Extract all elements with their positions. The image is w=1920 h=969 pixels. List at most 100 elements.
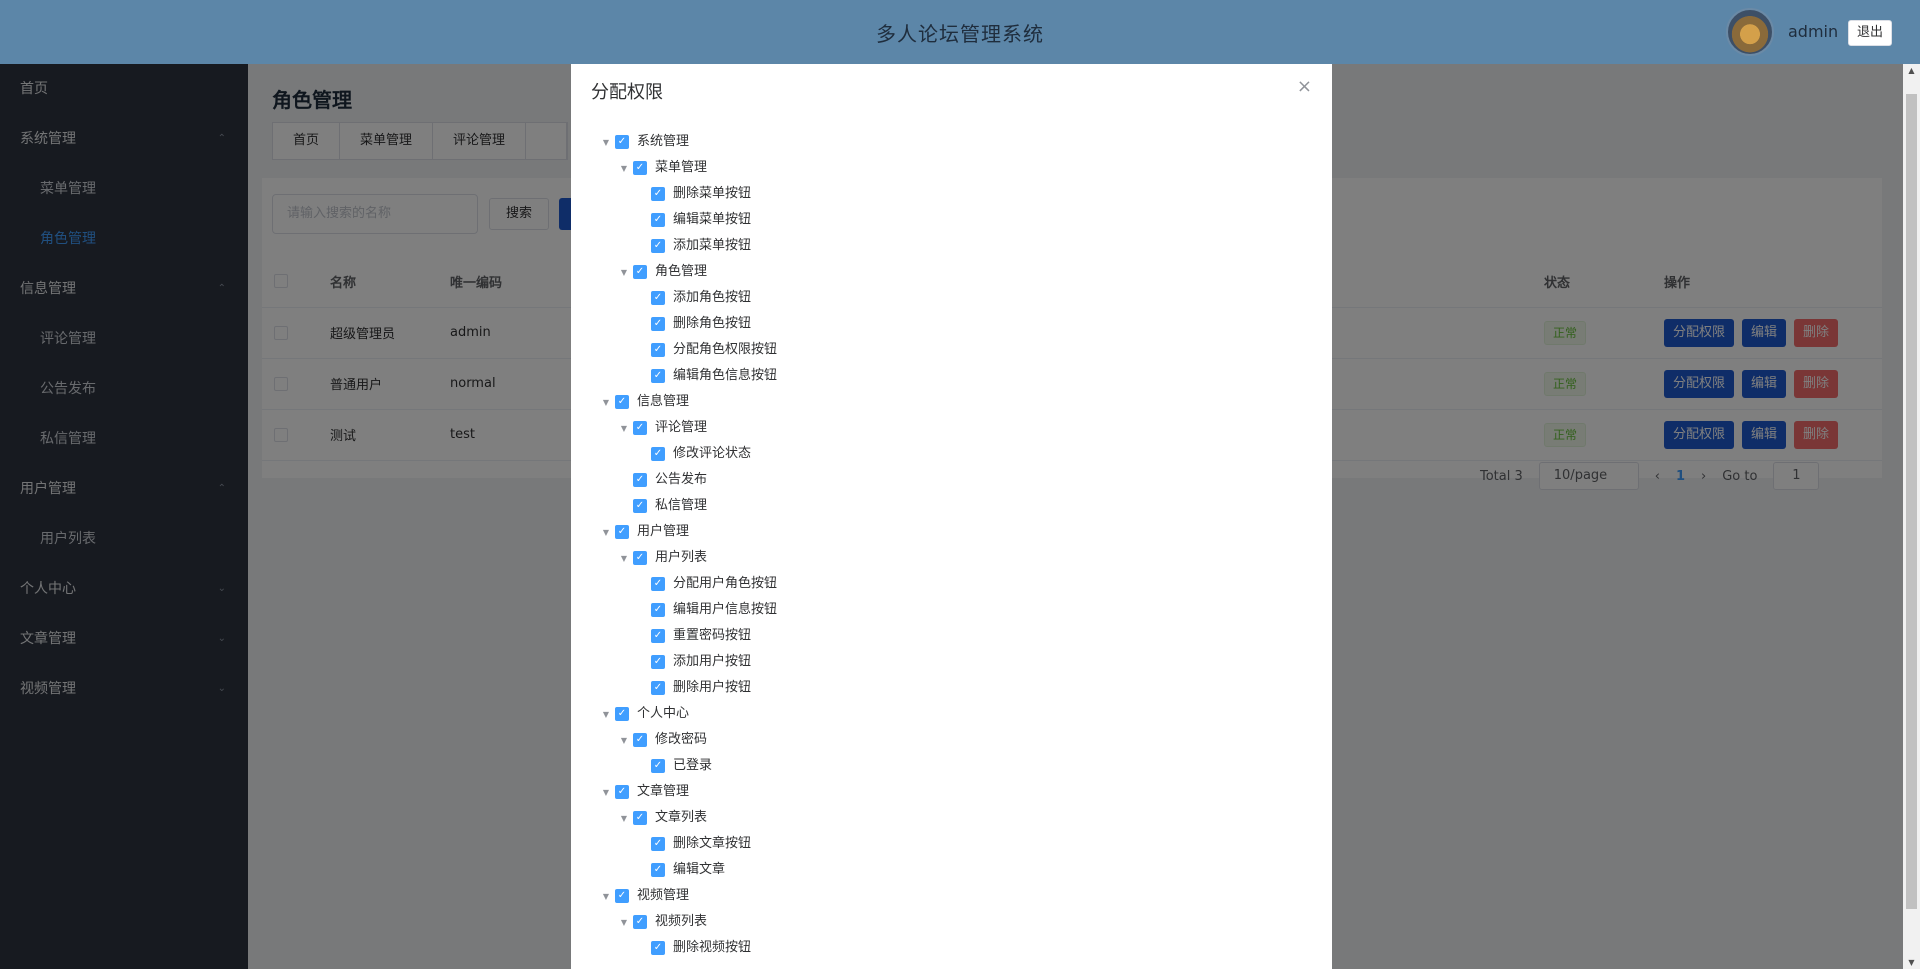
expand-arrow-icon[interactable]: ▼ [597,702,615,728]
tree-node[interactable]: ▼ ✓ 修改密码 [597,727,777,753]
checked-checkbox-icon[interactable]: ✓ [651,940,665,955]
expand-arrow-icon[interactable]: ▼ [615,728,633,754]
tree-node-label: 用户管理 [637,524,690,539]
tree-node-label: 添加菜单按钮 [673,238,752,253]
tree-node-label: 视频列表 [655,914,708,929]
tree-node-label: 编辑菜单按钮 [673,212,752,227]
tree-node[interactable]: ✓ 删除视频按钮 [597,935,777,961]
checked-checkbox-icon[interactable]: ✓ [651,368,665,383]
checked-checkbox-icon[interactable]: ✓ [615,706,629,721]
tree-node-label: 个人中心 [637,706,690,721]
tree-node-label: 删除视频按钮 [673,940,752,955]
dialog-title: 分配权限 [591,82,663,103]
scrollbar-thumb[interactable] [1906,94,1917,909]
tree-node[interactable]: ✓ 添加角色按钮 [597,285,777,311]
tree-node[interactable]: ✓ 添加菜单按钮 [597,233,777,259]
tree-node[interactable]: ▼ ✓ 信息管理 [597,389,777,415]
tree-node-label: 删除角色按钮 [673,316,752,331]
checked-checkbox-icon[interactable]: ✓ [651,680,665,695]
avatar[interactable] [1726,8,1774,56]
tree-node-label: 系统管理 [637,134,690,149]
expand-arrow-icon[interactable]: ▼ [597,780,615,806]
tree-node[interactable]: ▼ ✓ 系统管理 [597,129,777,155]
checked-checkbox-icon[interactable]: ✓ [651,758,665,773]
tree-node[interactable]: ▼ ✓ 视频列表 [597,909,777,935]
tree-node[interactable]: ▼ ✓ 用户列表 [597,545,777,571]
top-header: 多人论坛管理系统 admin 退出 [0,0,1920,64]
tree-node[interactable]: ✓ 私信管理 [597,493,777,519]
checked-checkbox-icon[interactable]: ✓ [651,342,665,357]
checked-checkbox-icon[interactable]: ✓ [633,498,647,513]
checked-checkbox-icon[interactable]: ✓ [651,316,665,331]
checked-checkbox-icon[interactable]: ✓ [633,472,647,487]
expand-arrow-icon[interactable]: ▼ [615,910,633,936]
tree-node-label: 菜单管理 [655,160,708,175]
logout-button[interactable]: 退出 [1848,20,1892,46]
checked-checkbox-icon[interactable]: ✓ [633,160,647,175]
tree-node[interactable]: ✓ 添加用户按钮 [597,649,777,675]
expand-arrow-icon[interactable]: ▼ [597,130,615,156]
tree-node[interactable]: ✓ 删除菜单按钮 [597,181,777,207]
checked-checkbox-icon[interactable]: ✓ [651,602,665,617]
checked-checkbox-icon[interactable]: ✓ [651,186,665,201]
tree-node[interactable]: ▼ ✓ 文章列表 [597,805,777,831]
checked-checkbox-icon[interactable]: ✓ [633,810,647,825]
tree-node-label: 已登录 [673,758,713,773]
checked-checkbox-icon[interactable]: ✓ [651,628,665,643]
tree-node[interactable]: ▼ ✓ 用户管理 [597,519,777,545]
checked-checkbox-icon[interactable]: ✓ [633,914,647,929]
checked-checkbox-icon[interactable]: ✓ [651,576,665,591]
tree-node[interactable]: ▼ ✓ 评论管理 [597,415,777,441]
tree-node[interactable]: ✓ 修改评论状态 [597,441,777,467]
tree-node[interactable]: ▼ ✓ 文章管理 [597,779,777,805]
tree-node[interactable]: ▼ ✓ 菜单管理 [597,155,777,181]
tree-node-label: 文章列表 [655,810,708,825]
tree-node[interactable]: ✓ 编辑角色信息按钮 [597,363,777,389]
tree-node[interactable]: ▼ ✓ 角色管理 [597,259,777,285]
checked-checkbox-icon[interactable]: ✓ [651,446,665,461]
expand-arrow-icon[interactable]: ▼ [615,806,633,832]
tree-node-label: 私信管理 [655,498,708,513]
checked-checkbox-icon[interactable]: ✓ [651,238,665,253]
expand-arrow-icon[interactable]: ▼ [615,546,633,572]
checked-checkbox-icon[interactable]: ✓ [633,264,647,279]
checked-checkbox-icon[interactable]: ✓ [651,654,665,669]
tree-node-label: 视频管理 [637,888,690,903]
checked-checkbox-icon[interactable]: ✓ [633,550,647,565]
checked-checkbox-icon[interactable]: ✓ [615,394,629,409]
tree-node[interactable]: ✓ 编辑菜单按钮 [597,207,777,233]
checked-checkbox-icon[interactable]: ✓ [651,862,665,877]
tree-node[interactable]: ▼ ✓ 视频管理 [597,883,777,909]
tree-node[interactable]: ✓ 分配用户角色按钮 [597,571,777,597]
checked-checkbox-icon[interactable]: ✓ [615,524,629,539]
tree-node[interactable]: ✓ 公告发布 [597,467,777,493]
checked-checkbox-icon[interactable]: ✓ [633,732,647,747]
checked-checkbox-icon[interactable]: ✓ [615,784,629,799]
close-icon[interactable]: × [1297,76,1312,97]
tree-node[interactable]: ✓ 删除角色按钮 [597,311,777,337]
checked-checkbox-icon[interactable]: ✓ [651,290,665,305]
tree-node[interactable]: ✓ 删除文章按钮 [597,831,777,857]
checked-checkbox-icon[interactable]: ✓ [651,212,665,227]
checked-checkbox-icon[interactable]: ✓ [615,888,629,903]
expand-arrow-icon[interactable]: ▼ [615,416,633,442]
tree-node[interactable]: ✓ 编辑用户信息按钮 [597,597,777,623]
tree-node[interactable]: ✓ 删除用户按钮 [597,675,777,701]
tree-node-label: 编辑文章 [673,862,726,877]
tree-node[interactable]: ✓ 重置密码按钮 [597,623,777,649]
expand-arrow-icon[interactable]: ▼ [597,884,615,910]
expand-arrow-icon[interactable]: ▼ [597,390,615,416]
scroll-up-icon[interactable]: ▲ [1903,66,1920,75]
scroll-down-icon[interactable]: ▼ [1903,958,1920,967]
tree-node[interactable]: ✓ 编辑文章 [597,857,777,883]
tree-node[interactable]: ✓ 已登录 [597,753,777,779]
tree-node[interactable]: ▼ ✓ 个人中心 [597,701,777,727]
checked-checkbox-icon[interactable]: ✓ [633,420,647,435]
expand-arrow-icon[interactable]: ▼ [615,260,633,286]
tree-node[interactable]: ✓ 分配角色权限按钮 [597,337,777,363]
expand-arrow-icon[interactable]: ▼ [597,520,615,546]
page-scrollbar[interactable]: ▲ ▼ [1903,64,1920,969]
expand-arrow-icon[interactable]: ▼ [615,156,633,182]
checked-checkbox-icon[interactable]: ✓ [615,134,629,149]
checked-checkbox-icon[interactable]: ✓ [651,836,665,851]
